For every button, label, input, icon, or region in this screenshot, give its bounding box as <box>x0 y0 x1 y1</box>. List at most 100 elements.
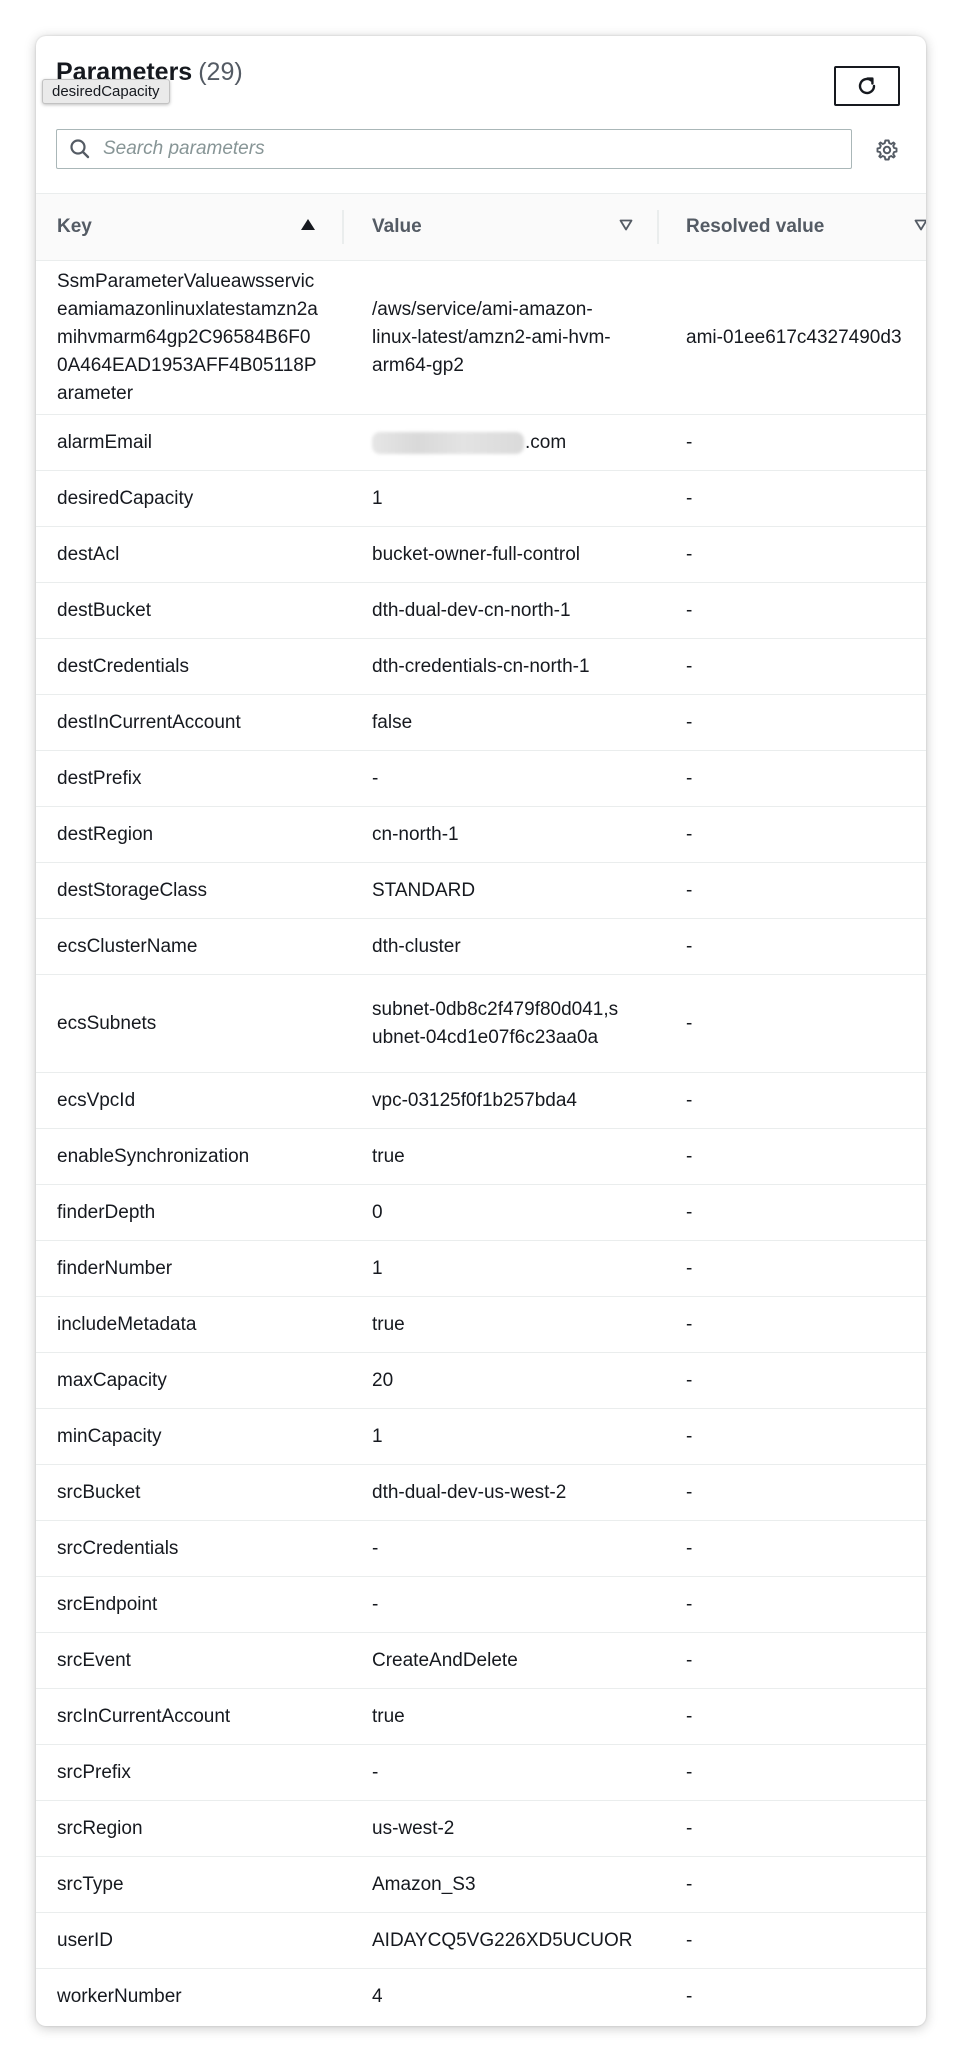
column-header-value[interactable]: Value <box>372 194 633 260</box>
row-value: true <box>372 1313 405 1335</box>
row-key: srcType <box>57 1873 124 1895</box>
row-key: srcPrefix <box>57 1761 131 1783</box>
table-row: userID AIDAYCQ5VG226XD5UCUOR - <box>36 1913 926 1969</box>
row-resolved-value: - <box>686 1425 693 1447</box>
row-resolved-value: - <box>686 935 693 957</box>
row-key: ecsClusterName <box>57 935 198 957</box>
table-row: destAcl bucket-owner-full-control - <box>36 527 926 583</box>
row-key: maxCapacity <box>57 1369 167 1391</box>
table-row: destPrefix - - <box>36 751 926 807</box>
row-key: workerNumber <box>57 1986 182 2007</box>
row-key: minCapacity <box>57 1425 162 1447</box>
row-resolved-value: - <box>686 1537 693 1559</box>
gear-icon[interactable] <box>874 137 900 163</box>
row-resolved-value: - <box>686 487 693 509</box>
row-value: true <box>372 1705 405 1727</box>
table-row: srcPrefix - - <box>36 1745 926 1801</box>
table-row: alarmEmail .com - <box>36 415 926 471</box>
row-key: srcCredentials <box>57 1537 179 1559</box>
row-resolved-value: - <box>686 1201 693 1223</box>
row-value: subnet-0db8c2f479f80d041,subnet-04cd1e07… <box>372 998 619 1048</box>
row-key: destPrefix <box>57 767 142 789</box>
table-row: destRegion cn-north-1 - <box>36 807 926 863</box>
parameters-panel: Parameters (29) desiredCapacity Search p… <box>36 36 926 2026</box>
row-resolved-value: - <box>686 1593 693 1615</box>
column-header-label: Key <box>57 216 92 237</box>
table-row: srcBucket dth-dual-dev-us-west-2 - <box>36 1465 926 1521</box>
table-row: finderNumber 1 - <box>36 1241 926 1297</box>
table-row: minCapacity 1 - <box>36 1409 926 1465</box>
row-key: destStorageClass <box>57 879 207 901</box>
row-value-redacted: .com <box>372 415 632 470</box>
row-resolved-value: - <box>686 1012 693 1034</box>
row-resolved-value: - <box>686 655 693 677</box>
row-resolved-value: - <box>686 823 693 845</box>
row-value: - <box>372 1537 379 1559</box>
row-resolved-value: - <box>686 431 693 453</box>
table-row: finderDepth 0 - <box>36 1185 926 1241</box>
refresh-button[interactable] <box>834 66 900 106</box>
row-key: finderNumber <box>57 1257 173 1279</box>
row-value: - <box>372 1593 379 1615</box>
row-resolved-value: - <box>686 711 693 733</box>
row-value: 1 <box>372 487 383 509</box>
row-resolved-value: - <box>686 1761 693 1783</box>
row-value: dth-dual-dev-cn-north-1 <box>372 599 571 621</box>
row-resolved-value: - <box>686 1369 693 1391</box>
row-value: AIDAYCQ5VG226XD5UCUOR <box>372 1929 633 1951</box>
table-row: ecsVpcId vpc-03125f0f1b257bda4 - <box>36 1073 926 1129</box>
panel-header: Parameters (29) desiredCapacity <box>36 36 926 193</box>
table-row: enableSynchronization true - <box>36 1129 926 1185</box>
row-value: Amazon_S3 <box>372 1873 476 1895</box>
search-icon <box>69 138 91 160</box>
row-value: .com <box>525 431 567 453</box>
row-key: alarmEmail <box>57 431 153 453</box>
row-key: srcRegion <box>57 1817 143 1839</box>
row-key: srcBucket <box>57 1481 141 1503</box>
row-key: includeMetadata <box>57 1313 197 1335</box>
parameter-count: (29) <box>198 58 243 86</box>
table-row: maxCapacity 20 - <box>36 1353 926 1409</box>
row-value: 4 <box>372 1986 383 2007</box>
column-header-resolved-value[interactable]: Resolved value <box>686 194 926 260</box>
search-box[interactable] <box>56 129 852 169</box>
column-header-label: Value <box>372 216 422 237</box>
row-value: true <box>372 1145 405 1167</box>
row-resolved-value: - <box>686 1257 693 1279</box>
row-resolved-value: - <box>686 1817 693 1839</box>
table-row: destInCurrentAccount false - <box>36 695 926 751</box>
row-key: ecsSubnets <box>57 1012 157 1034</box>
row-resolved-value: - <box>686 1873 693 1895</box>
row-resolved-value: ami-01ee617c4327490d3 <box>686 326 902 348</box>
column-header-key[interactable]: Key <box>57 194 322 260</box>
row-key: srcEndpoint <box>57 1593 158 1615</box>
row-resolved-value: - <box>686 1705 693 1727</box>
row-key: destAcl <box>57 543 120 565</box>
table-row: srcCredentials - - <box>36 1521 926 1577</box>
row-value: us-west-2 <box>372 1817 455 1839</box>
row-resolved-value: - <box>686 879 693 901</box>
redacted-email <box>372 431 524 454</box>
row-resolved-value: - <box>686 1986 693 2007</box>
row-resolved-value: - <box>686 1929 693 1951</box>
sort-descending-icon <box>914 219 926 231</box>
column-divider[interactable] <box>342 210 344 244</box>
table-row: desiredCapacity 1 - <box>36 471 926 527</box>
row-key: SsmParameterValueawsserviceamiamazonlinu… <box>57 270 318 404</box>
row-value: cn-north-1 <box>372 823 459 845</box>
table-row: ecsClusterName dth-cluster - <box>36 919 926 975</box>
sort-ascending-icon <box>300 217 316 231</box>
row-key: destInCurrentAccount <box>57 711 241 733</box>
row-value: bucket-owner-full-control <box>372 543 581 565</box>
row-value: dth-cluster <box>372 935 461 957</box>
table-row: ecsSubnets subnet-0db8c2f479f80d041,subn… <box>36 975 926 1073</box>
row-key: srcInCurrentAccount <box>57 1705 231 1727</box>
table-row: srcRegion us-west-2 - <box>36 1801 926 1857</box>
search-input[interactable] <box>91 130 851 168</box>
table-row: SsmParameterValueawsserviceamiamazonlinu… <box>36 261 926 415</box>
row-value: CreateAndDelete <box>372 1649 518 1671</box>
column-divider[interactable] <box>657 210 659 244</box>
row-key: desiredCapacity <box>57 487 194 509</box>
tooltip: desiredCapacity <box>42 79 170 104</box>
row-value: vpc-03125f0f1b257bda4 <box>372 1089 577 1111</box>
